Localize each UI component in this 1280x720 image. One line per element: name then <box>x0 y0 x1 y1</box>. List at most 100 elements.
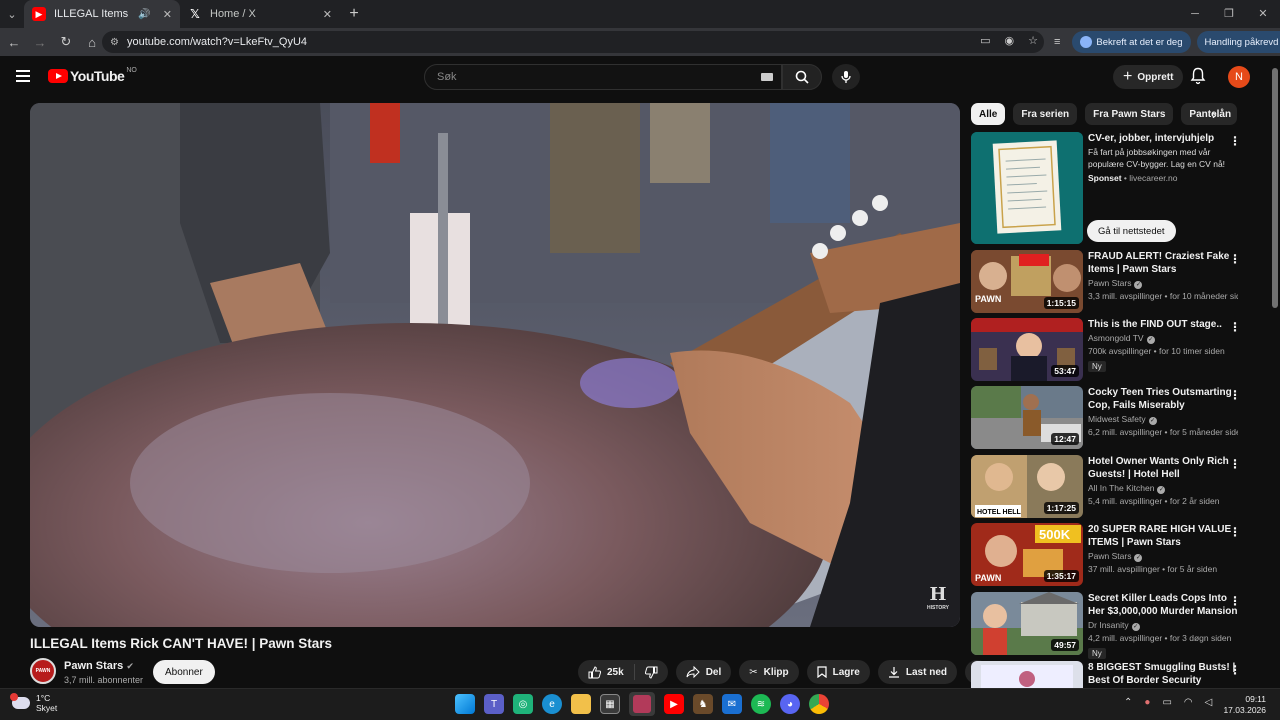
more-vert-icon[interactable]: ⋮ <box>1229 134 1241 148</box>
browser-tab-youtube[interactable]: ▶ ILLEGAL Items Rick CAN'T HAVE! | Pawn … <box>24 0 180 28</box>
rec-title[interactable]: 20 SUPER RARE HIGH VALUE ITEMS | Pawn St… <box>1088 523 1238 549</box>
dislike-button[interactable] <box>635 666 668 679</box>
recommendation-item[interactable]: 53:47 This is the FIND OUT stage.. Asmon… <box>971 318 1251 381</box>
ad-title[interactable]: CV-er, jobber, intervjuhjelp <box>1088 132 1238 145</box>
clip-button[interactable]: ✂ Klipp <box>739 660 799 684</box>
like-button[interactable]: 25k <box>578 664 635 680</box>
cast-icon[interactable]: ▭ <box>980 34 990 47</box>
search-button[interactable] <box>782 64 822 90</box>
verify-identity-pill[interactable]: Bekreft at det er deg <box>1072 31 1191 53</box>
discord-icon[interactable]: ◕ <box>780 694 800 714</box>
more-vert-icon[interactable]: ⋮ <box>1229 457 1241 471</box>
active-app-icon[interactable] <box>629 692 655 716</box>
back-icon[interactable]: ← <box>2 30 26 54</box>
rec-channel[interactable]: All In The Kitchen ✓ <box>1088 483 1238 494</box>
store-icon[interactable]: ▦ <box>600 694 620 714</box>
rec-title[interactable]: Cocky Teen Tries Outsmarting Cop, Fails … <box>1088 386 1238 412</box>
create-button[interactable]: + Opprett <box>1113 65 1184 89</box>
rec-title[interactable]: This is the FIND OUT stage.. <box>1088 318 1238 331</box>
youtube-app-icon[interactable]: ▶ <box>664 694 684 714</box>
chip-pawn-loans[interactable]: Pantelån <box>1181 103 1238 125</box>
recommendation-item[interactable]: PAWN 1:15:15 FRAUD ALERT! Craziest Fake … <box>971 250 1251 313</box>
address-bar[interactable]: ⚙ youtube.com/watch?v=LkeFtv_QyU4 ▭ ◉ ☆ <box>102 31 1044 53</box>
speaker-icon[interactable]: 🔊 <box>138 9 150 20</box>
browser-tab-x[interactable]: 𝕏 Home / X ✕ <box>180 0 340 28</box>
video-thumbnail[interactable]: 53:47 <box>971 318 1083 381</box>
chevron-up-icon[interactable]: ⌃ <box>1124 697 1132 708</box>
chrome-icon[interactable] <box>809 694 829 714</box>
chevron-right-icon[interactable]: › <box>1212 106 1217 122</box>
recommendation-item[interactable]: 12:47 Cocky Teen Tries Outsmarting Cop, … <box>971 386 1251 449</box>
chip-all[interactable]: Alle <box>971 103 1006 125</box>
download-button[interactable]: Last ned <box>877 660 957 684</box>
taskbar-clock[interactable]: 09:11 17.03.2026 <box>1223 694 1266 716</box>
recommendation-item[interactable]: 500K PAWN 1:35:17 20 SUPER RARE HIGH VALU… <box>971 523 1251 586</box>
keyboard-icon[interactable] <box>761 73 773 81</box>
action-required-pill[interactable]: Handling påkrevd ⋮ <box>1196 31 1280 53</box>
copilot-icon[interactable]: ◎ <box>513 694 533 714</box>
more-vert-icon[interactable]: ⋮ <box>1229 388 1241 402</box>
windows-start-icon[interactable] <box>455 694 475 714</box>
star-icon[interactable]: ☆ <box>1028 34 1038 47</box>
video-thumbnail[interactable]: 500K PAWN 1:35:17 <box>971 523 1083 586</box>
wifi-icon[interactable]: ◠ <box>1184 697 1193 708</box>
close-tab-icon[interactable]: ✕ <box>163 8 172 21</box>
rec-title[interactable]: 8 BIGGEST Smuggling Busts! | Best Of Bor… <box>1088 661 1238 687</box>
video-thumbnail[interactable]: PAWN 1:15:15 <box>971 250 1083 313</box>
rec-channel[interactable]: Pawn Stars ✓ <box>1088 278 1238 289</box>
video-thumbnail[interactable]: HOTEL HELL 1:17:25 <box>971 455 1083 518</box>
edge-icon[interactable]: e <box>542 694 562 714</box>
teams-icon[interactable]: T <box>484 694 504 714</box>
youtube-logo[interactable]: YouTube NO <box>48 67 137 84</box>
reload-icon[interactable]: ↻ <box>54 30 78 54</box>
restore-icon[interactable]: ❐ <box>1212 0 1246 28</box>
notifications-button[interactable] <box>1190 67 1206 90</box>
file-explorer-icon[interactable] <box>571 694 591 714</box>
more-vert-icon[interactable]: ⋮ <box>1229 320 1241 334</box>
keyboard-tray-icon[interactable]: ▭ <box>1162 697 1171 708</box>
page-scrollbar[interactable] <box>1270 56 1280 688</box>
video-thumbnail[interactable] <box>971 661 1083 688</box>
rec-title[interactable]: Hotel Owner Wants Only Rich Guests! | Ho… <box>1088 455 1238 481</box>
more-vert-icon[interactable]: ⋮ <box>1229 525 1241 539</box>
visit-site-button[interactable]: Gå til nettstedet <box>1087 220 1176 242</box>
site-info-icon[interactable]: ⚙ <box>110 37 119 48</box>
new-tab-button[interactable]: + <box>340 5 368 23</box>
close-window-icon[interactable]: ✕ <box>1246 0 1280 28</box>
search-input[interactable]: Søk <box>424 64 782 90</box>
voice-search-button[interactable] <box>832 64 860 90</box>
rec-title[interactable]: Secret Killer Leads Cops Into Her $3,000… <box>1088 592 1238 618</box>
save-button[interactable]: Lagre <box>806 660 870 684</box>
subscribe-button[interactable]: Abonner <box>153 660 215 684</box>
game-icon[interactable]: ♞ <box>693 694 713 714</box>
forward-icon[interactable]: → <box>28 30 52 54</box>
channel-avatar[interactable]: PAWN <box>30 658 56 684</box>
rec-channel[interactable]: Asmongold TV ✓ <box>1088 333 1238 344</box>
tab-search-button[interactable]: ⌄ <box>0 0 24 28</box>
account-avatar[interactable]: N <box>1228 66 1250 88</box>
weather-widget[interactable]: 1°C Skyet <box>10 693 57 713</box>
rec-channel[interactable]: Midwest Safety ✓ <box>1088 414 1238 425</box>
recommendation-item[interactable]: HOTEL HELL 1:17:25 Hotel Owner Wants Onl… <box>971 455 1251 518</box>
recommendation-item[interactable]: 49:57 Secret Killer Leads Cops Into Her … <box>971 592 1251 659</box>
recommendation-item[interactable]: 8 BIGGEST Smuggling Busts! | Best Of Bor… <box>971 661 1251 688</box>
eye-off-icon[interactable]: ◉ <box>1005 34 1015 47</box>
rec-title[interactable]: FRAUD ALERT! Craziest Fake Items | Pawn … <box>1088 250 1238 276</box>
reading-list-icon[interactable]: ≡ <box>1054 36 1060 48</box>
spotify-icon[interactable]: ≋ <box>751 694 771 714</box>
chip-from-series[interactable]: Fra serien <box>1013 103 1078 125</box>
home-icon[interactable]: ⌂ <box>80 30 104 54</box>
channel-name[interactable]: Pawn Stars ✔ <box>64 660 134 672</box>
video-player[interactable]: H HISTORY <box>30 103 960 627</box>
close-tab-icon[interactable]: ✕ <box>323 8 332 21</box>
ad-thumbnail[interactable] <box>971 132 1083 244</box>
more-vert-icon[interactable]: ⋮ <box>1229 252 1241 266</box>
scrollbar-thumb[interactable] <box>1272 68 1278 308</box>
rec-channel[interactable]: Pawn Stars ✓ <box>1088 551 1238 562</box>
video-thumbnail[interactable]: 49:57 <box>971 592 1083 655</box>
minimize-icon[interactable]: ─ <box>1178 0 1212 28</box>
volume-icon[interactable]: ◁ <box>1205 697 1213 708</box>
rec-channel[interactable]: Dr Insanity ✓ <box>1088 620 1238 631</box>
video-thumbnail[interactable]: 12:47 <box>971 386 1083 449</box>
chip-from-channel[interactable]: Fra Pawn Stars <box>1085 103 1174 125</box>
